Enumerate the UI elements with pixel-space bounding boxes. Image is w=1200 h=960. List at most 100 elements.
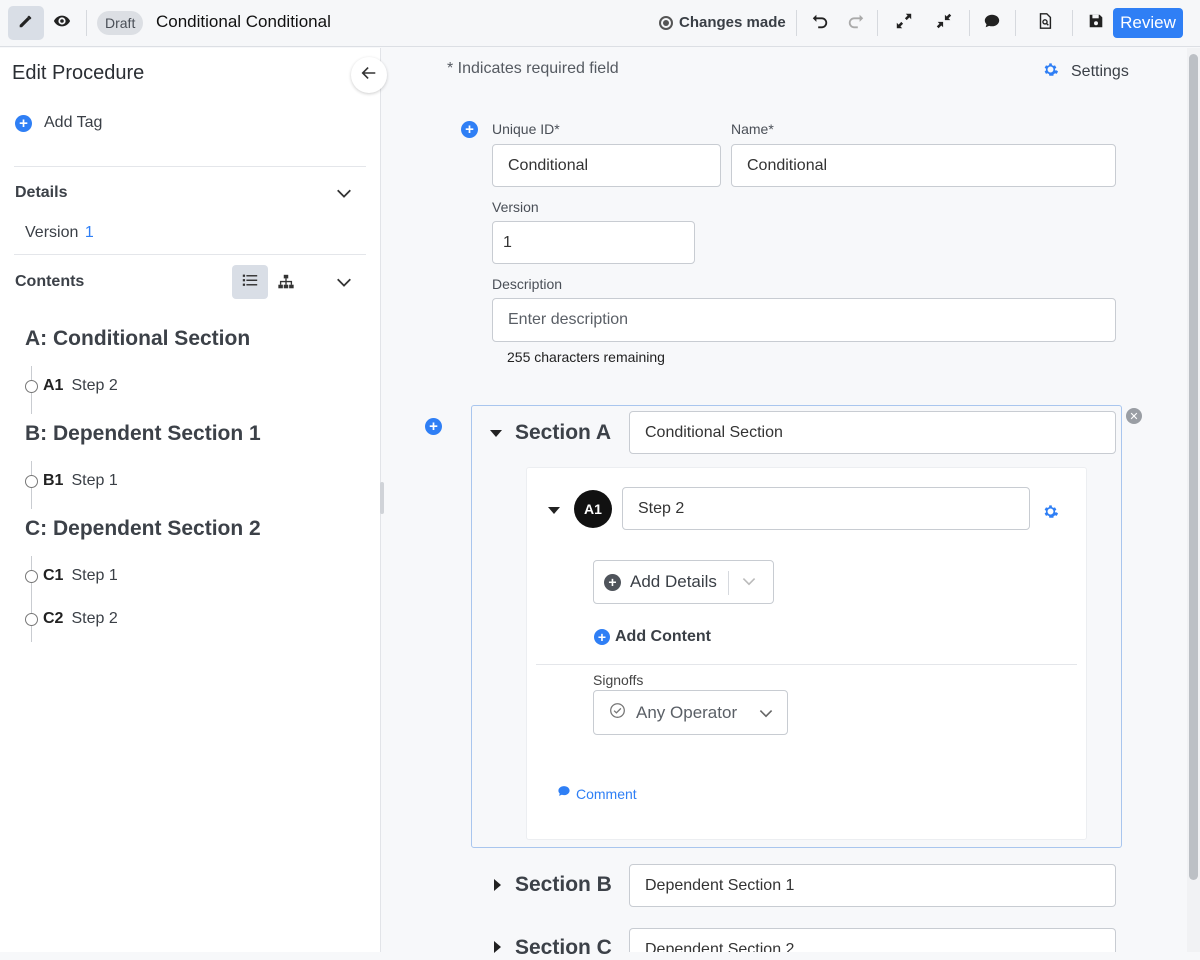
details-heading: Details (15, 184, 68, 201)
divider (536, 664, 1077, 665)
outline-section-b[interactable]: B: Dependent Section 1 (25, 422, 261, 446)
undo-icon (811, 12, 829, 35)
comments-button[interactable] (975, 6, 1009, 40)
plus-circle-icon: + (15, 114, 32, 132)
toolbar-divider (86, 10, 87, 36)
document-preview-button[interactable] (1028, 6, 1062, 40)
outline-section-c[interactable]: C: Dependent Section 2 (25, 517, 261, 541)
collapse-section-a-icon[interactable] (490, 430, 502, 437)
tree-connector (31, 556, 32, 642)
section-a-name-input[interactable]: Conditional Section (629, 411, 1116, 454)
step-name-input[interactable]: Step 2 (622, 487, 1030, 530)
expand-icon (895, 12, 913, 35)
step-id: A1 (43, 377, 64, 394)
add-details-label: Add Details (630, 572, 717, 591)
section-b-label: Section B (515, 873, 612, 896)
details-toggle[interactable] (335, 184, 353, 207)
contents-heading: Contents (15, 273, 85, 290)
undo-button[interactable] (803, 6, 837, 40)
list-view-button[interactable] (232, 265, 268, 299)
outline-step-c1[interactable]: C1 Step 1 (43, 567, 118, 585)
gear-icon (1042, 61, 1059, 83)
settings-button[interactable]: Settings (1042, 61, 1129, 83)
redo-button[interactable] (839, 6, 873, 40)
check-circle-icon (609, 702, 626, 724)
step-badge: A1 (574, 490, 612, 528)
dropdown-divider (728, 571, 729, 595)
plus-circle-icon: + (594, 629, 610, 645)
collapse-step-a1-icon[interactable] (548, 507, 560, 514)
outline-step-c2[interactable]: C2 Step 2 (43, 610, 118, 628)
changes-status-text: Changes made (679, 14, 786, 31)
step-id: C1 (43, 567, 64, 584)
review-button[interactable]: Review (1113, 8, 1183, 38)
arrow-left-icon (360, 64, 378, 87)
document-search-icon (1036, 12, 1054, 35)
add-section-button[interactable]: + (425, 418, 442, 436)
unique-id-input[interactable]: Conditional (492, 144, 721, 187)
outline-step-a1[interactable]: A1 Step 2 (43, 377, 118, 395)
toolbar-divider (1072, 10, 1073, 36)
version-input[interactable]: 1 (492, 221, 695, 264)
sidebar-title: Edit Procedure (12, 62, 145, 84)
top-toolbar: Draft Conditional Conditional Changes ma… (0, 0, 1200, 47)
expand-all-button[interactable] (887, 6, 921, 40)
step-name: Step 1 (71, 472, 118, 489)
procedure-title: Conditional Conditional (156, 12, 331, 31)
add-field-button[interactable]: + (461, 121, 478, 139)
step-settings-button[interactable] (1042, 503, 1059, 525)
step-node-icon (25, 380, 38, 393)
resize-handle[interactable] (380, 482, 384, 514)
section-a-label: Section A (515, 421, 612, 444)
comment-button[interactable]: Comment (557, 784, 637, 803)
gear-icon (1042, 505, 1059, 524)
collapse-sidebar-button[interactable] (351, 57, 387, 93)
contents-toggle[interactable] (335, 273, 353, 296)
scrollbar-thumb[interactable] (1189, 54, 1198, 880)
outline-step-b1[interactable]: B1 Step 1 (43, 472, 118, 490)
add-content-label: Add Content (615, 628, 711, 645)
step-id: C2 (43, 610, 64, 627)
description-label: Description (492, 276, 563, 292)
toolbar-divider (969, 10, 970, 36)
description-textarea[interactable]: Enter description (492, 298, 1116, 342)
add-content-button[interactable]: + Add Content (594, 628, 711, 646)
collapse-all-button[interactable] (927, 6, 961, 40)
outline-section-a[interactable]: A: Conditional Section (25, 327, 250, 351)
signoff-select[interactable]: Any Operator (593, 690, 788, 735)
add-details-dropdown[interactable]: + Add Details (593, 560, 774, 604)
save-button[interactable] (1079, 6, 1113, 40)
step-name: Step 1 (71, 567, 118, 584)
edit-mode-button[interactable] (8, 6, 44, 40)
chevron-down-icon (335, 278, 353, 295)
add-tag-button[interactable]: + Add Tag (15, 114, 102, 132)
step-node-icon (25, 570, 38, 583)
collapse-icon (935, 12, 953, 35)
status-dot-icon (659, 15, 673, 30)
section-c-label: Section C (515, 936, 612, 959)
chevron-down-icon (758, 705, 774, 726)
remove-section-button[interactable]: ✕ (1126, 408, 1142, 424)
eye-icon (53, 12, 71, 35)
expand-section-c-icon[interactable] (494, 941, 501, 953)
expand-section-b-icon[interactable] (494, 879, 501, 891)
version-label: Version (25, 224, 79, 241)
version-row: Version 1 (25, 224, 94, 242)
plus-circle-icon: + (461, 121, 478, 138)
chevron-down-icon (741, 573, 757, 594)
chevron-down-icon (335, 189, 353, 206)
flow-view-button[interactable] (277, 273, 295, 296)
preview-mode-button[interactable] (45, 6, 79, 40)
sidebar: Edit Procedure + Add Tag Details Version… (0, 48, 387, 952)
toolbar-divider (796, 10, 797, 36)
comment-label: Comment (576, 785, 637, 802)
toolbar-divider (877, 10, 878, 36)
section-b-name-input[interactable]: Dependent Section 1 (629, 864, 1116, 907)
close-icon: ✕ (1129, 410, 1139, 423)
save-icon (1087, 12, 1105, 35)
name-input[interactable]: Conditional (731, 144, 1116, 187)
unique-id-label: Unique ID* (492, 121, 560, 137)
step-node-icon (25, 475, 38, 488)
section-c-name-input[interactable]: Dependent Section 2 (629, 928, 1116, 952)
step-id: B1 (43, 472, 64, 489)
